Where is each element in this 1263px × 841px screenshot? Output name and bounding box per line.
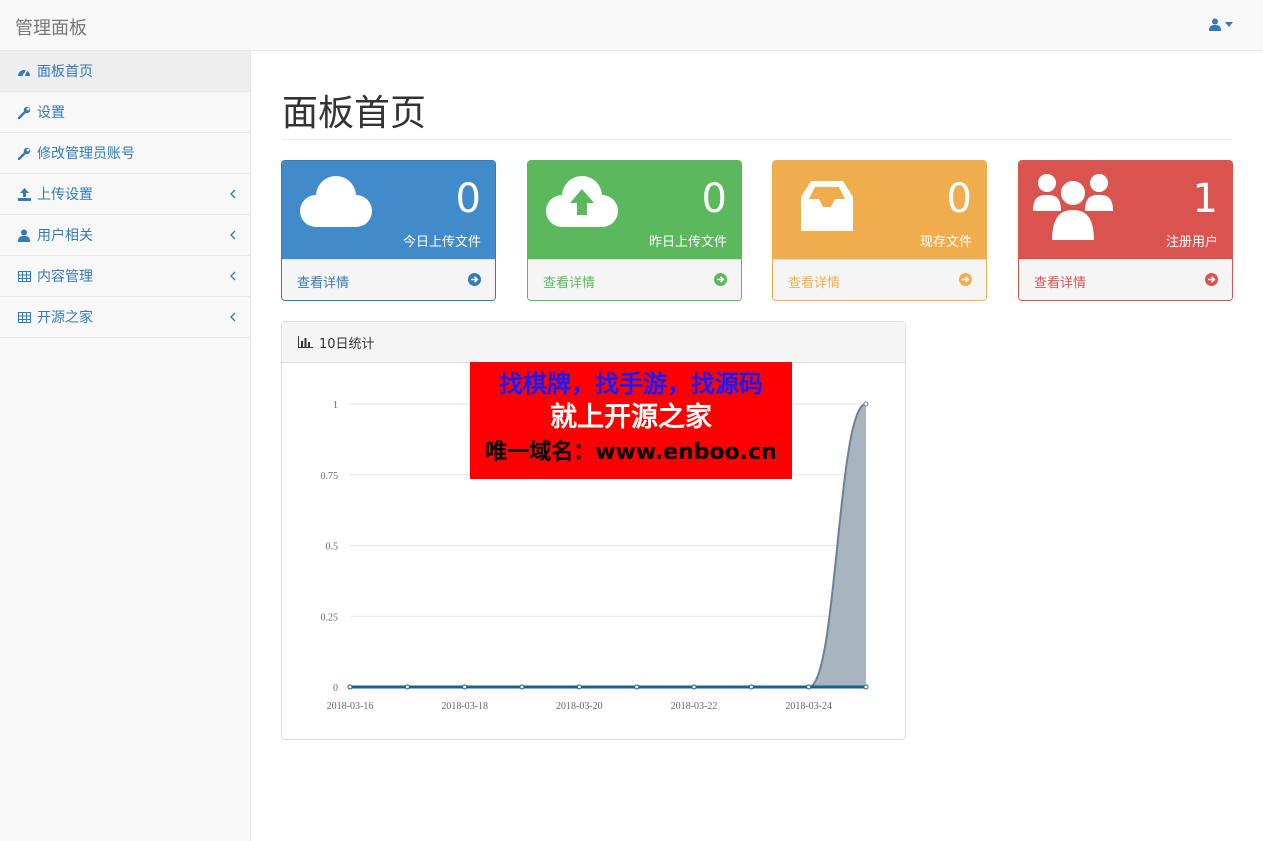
- data-point: [691, 684, 697, 690]
- chart-panel-title: 10日统计: [319, 336, 375, 352]
- stat-label: 现存文件: [919, 235, 972, 250]
- x-tick-label: 2018-03-22: [671, 701, 718, 712]
- user-icon: [1209, 18, 1221, 31]
- view-details-label: 查看详情: [543, 276, 596, 291]
- user-menu-button[interactable]: [1209, 18, 1233, 31]
- data-point: [404, 684, 410, 690]
- user-icon: [17, 228, 31, 242]
- wrench-icon: [17, 105, 31, 119]
- data-point: [634, 684, 640, 690]
- sidebar-item-admin-account[interactable]: 修改管理员账号: [0, 133, 250, 174]
- view-details-link[interactable]: 查看详情: [773, 259, 986, 300]
- stat-card-today-uploads: 0 今日上传文件 查看详情: [281, 160, 496, 301]
- chevron-down-icon: [1225, 22, 1233, 27]
- view-details-label: 查看详情: [1034, 276, 1087, 291]
- cloud-upload-icon: [542, 171, 622, 235]
- chevron-left-icon: [230, 187, 236, 203]
- sidebar-item-content[interactable]: 内容管理: [0, 256, 250, 297]
- stat-card-existing-files: 0 现存文件 查看详情: [772, 160, 987, 301]
- y-tick-label: 0: [333, 683, 338, 694]
- sidebar-item-label: 上传设置: [37, 187, 93, 203]
- data-point: [806, 684, 812, 690]
- sidebar-item-users[interactable]: 用户相关: [0, 215, 250, 256]
- sidebar-item-upload-settings[interactable]: 上传设置: [0, 174, 250, 215]
- y-tick-label: 0.75: [321, 471, 339, 482]
- y-tick-label: 0.25: [321, 612, 339, 623]
- sidebar-item-label: 设置: [37, 105, 65, 121]
- data-point: [519, 684, 525, 690]
- arrow-circle-right-icon: [468, 273, 481, 290]
- sidebar-item-label: 内容管理: [37, 269, 93, 285]
- users-icon: [1033, 171, 1113, 247]
- sidebar-item-label: 开源之家: [37, 310, 93, 326]
- chevron-left-icon: [230, 228, 236, 244]
- table-icon: [17, 310, 31, 324]
- cloud-icon: [296, 171, 376, 235]
- y-tick-label: 1: [333, 400, 338, 411]
- view-details-link[interactable]: 查看详情: [528, 259, 741, 300]
- arrow-circle-right-icon: [714, 273, 727, 290]
- stat-card-registered-users: 1 注册用户 查看详情: [1018, 160, 1233, 301]
- sidebar-item-label: 面板首页: [37, 64, 93, 80]
- arrow-circle-right-icon: [1205, 273, 1218, 290]
- x-tick-label: 2018-03-20: [556, 701, 603, 712]
- sidebar-item-label: 用户相关: [37, 228, 93, 244]
- bar-chart-icon: [298, 336, 313, 348]
- brand-title[interactable]: 管理面板: [15, 14, 87, 40]
- sidebar-item-label: 修改管理员账号: [37, 146, 135, 162]
- stat-value: 0: [701, 176, 727, 222]
- inbox-icon: [787, 171, 867, 235]
- stat-label: 今日上传文件: [402, 235, 481, 250]
- data-point: [462, 684, 468, 690]
- wrench-icon: [17, 146, 31, 160]
- sidebar-item-dashboard[interactable]: 面板首页: [0, 51, 250, 92]
- ad-line-2: 就上开源之家: [550, 402, 712, 433]
- x-tick-label: 2018-03-16: [327, 701, 374, 712]
- dashboard-icon: [17, 64, 31, 78]
- view-details-label: 查看详情: [297, 276, 350, 291]
- stat-value: 0: [946, 176, 972, 222]
- chevron-left-icon: [230, 269, 236, 285]
- view-details-link[interactable]: 查看详情: [1019, 259, 1232, 300]
- sidebar-item-settings[interactable]: 设置: [0, 92, 250, 133]
- sidebar: 面板首页 设置 修改管理员账号 上传设置 用户相关 内容管理 开源之家: [0, 51, 251, 841]
- data-point: [863, 401, 869, 407]
- stat-value: 1: [1192, 176, 1218, 222]
- ad-banner[interactable]: 找棋牌，找手游，找源码 就上开源之家 唯一域名：www.enboo.cn: [470, 362, 792, 479]
- table-icon: [17, 269, 31, 283]
- data-point: [347, 684, 353, 690]
- sidebar-item-opensource[interactable]: 开源之家: [0, 297, 250, 338]
- upload-icon: [17, 187, 31, 201]
- y-tick-label: 0.5: [326, 542, 339, 553]
- stat-card-yesterday-uploads: 0 昨日上传文件 查看详情: [527, 160, 742, 301]
- divider: [282, 139, 1232, 140]
- stat-label: 注册用户: [1165, 235, 1218, 250]
- chevron-left-icon: [230, 310, 236, 326]
- top-navbar: 管理面板: [0, 0, 1263, 51]
- ad-line-3: 唯一域名：www.enboo.cn: [485, 440, 777, 465]
- arrow-circle-right-icon: [959, 273, 972, 290]
- data-point: [576, 684, 582, 690]
- stat-label: 昨日上传文件: [648, 235, 727, 250]
- stat-value: 0: [455, 176, 481, 222]
- data-point: [863, 684, 869, 690]
- chart-panel-header: 10日统计: [282, 322, 905, 363]
- view-details-link[interactable]: 查看详情: [282, 259, 495, 300]
- ad-line-1: 找棋牌，找手游，找源码: [499, 370, 763, 398]
- x-tick-label: 2018-03-24: [785, 701, 832, 712]
- page-title: 面板首页: [282, 93, 427, 134]
- view-details-label: 查看详情: [788, 276, 841, 291]
- x-tick-label: 2018-03-18: [441, 701, 488, 712]
- data-point: [748, 684, 754, 690]
